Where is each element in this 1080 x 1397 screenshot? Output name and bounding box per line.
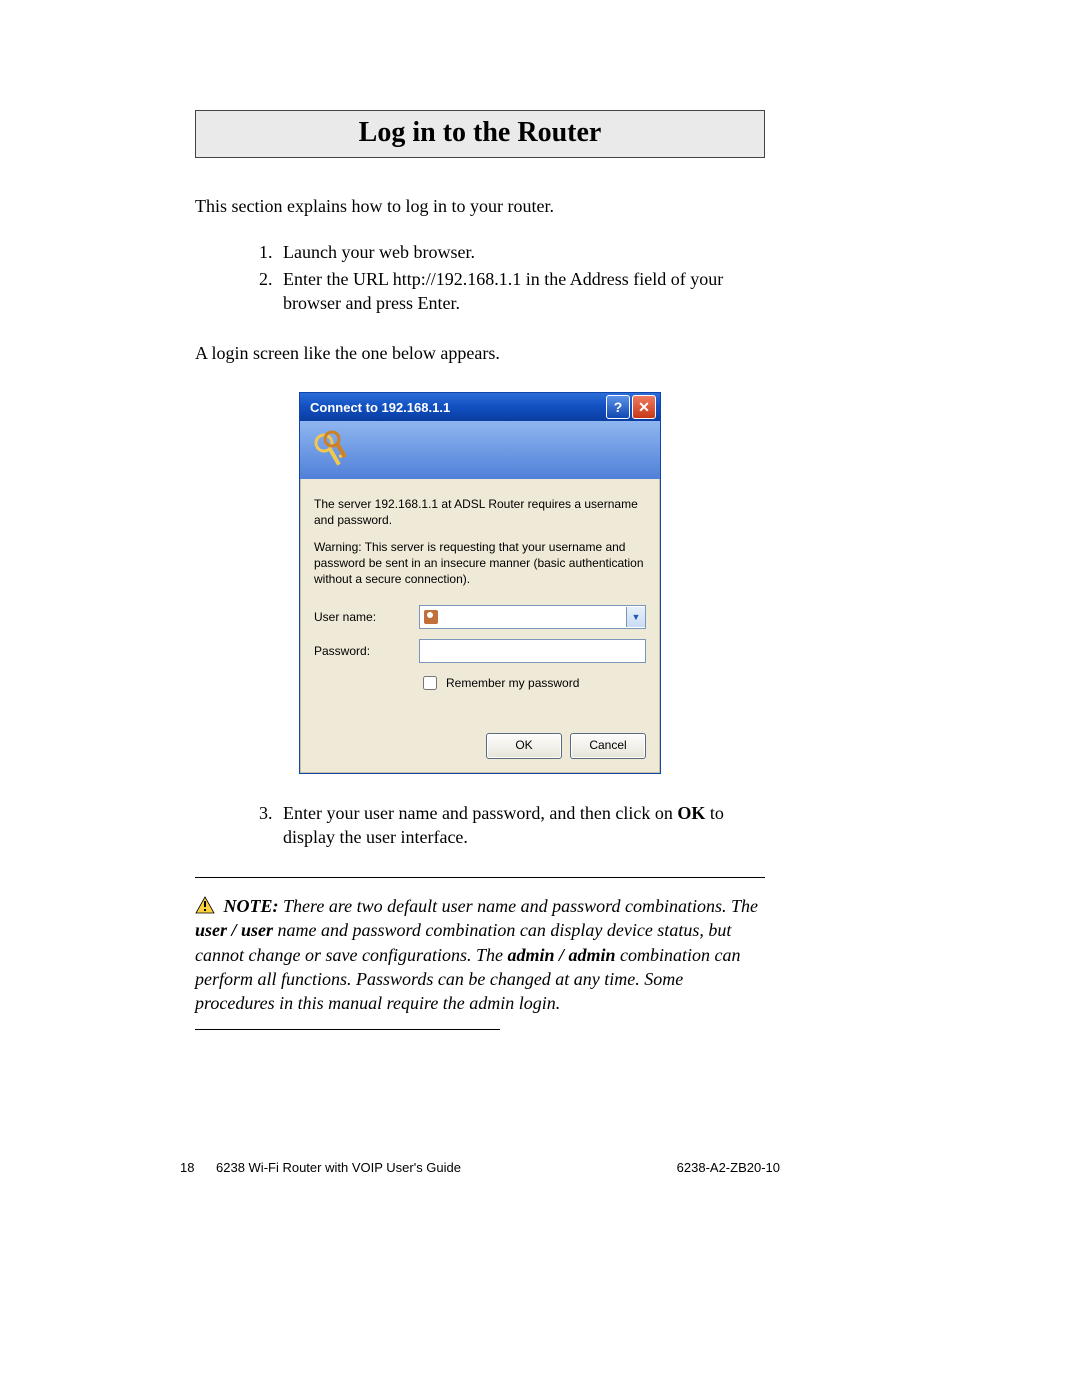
dialog-titlebar[interactable]: Connect to 192.168.1.1 ? ✕ <box>300 393 660 421</box>
username-input[interactable] <box>442 607 626 627</box>
remember-label: Remember my password <box>446 676 579 690</box>
page-number: 18 <box>180 1160 216 1175</box>
dialog-buttons: OK Cancel <box>314 733 646 759</box>
step-3: Enter your user name and password, and t… <box>277 802 765 849</box>
warning-message: Warning: This server is requesting that … <box>314 540 646 587</box>
chevron-down-icon: ▼ <box>632 612 641 622</box>
divider <box>195 877 765 878</box>
note-block: NOTE: There are two default user name an… <box>195 894 765 1030</box>
steps-list-2: Enter your user name and password, and t… <box>195 802 765 849</box>
step3-part-a: Enter your user name and password, and t… <box>283 803 677 823</box>
footer-title: 6238 Wi-Fi Router with VOIP User's Guide <box>216 1160 677 1175</box>
steps-list-1: Launch your web browser. Enter the URL h… <box>195 241 765 315</box>
cancel-button[interactable]: Cancel <box>570 733 646 759</box>
password-input-wrap[interactable] <box>419 639 646 663</box>
note-c1: user / user <box>195 920 273 940</box>
step3-ok: OK <box>677 803 705 823</box>
close-icon: ✕ <box>638 399 650 416</box>
user-icon <box>424 610 438 624</box>
note-t1: There are two default user name and pass… <box>283 896 758 916</box>
password-row: Password: <box>314 639 646 663</box>
remember-row: Remember my password <box>419 673 646 693</box>
password-input[interactable] <box>420 641 645 661</box>
page-title: Log in to the Router <box>196 117 764 149</box>
help-button[interactable]: ? <box>606 395 630 419</box>
warning-icon <box>195 896 215 914</box>
username-dropdown-button[interactable]: ▼ <box>626 607 645 627</box>
note-c2: admin / admin <box>507 945 615 965</box>
intro-text: This section explains how to log in to y… <box>195 196 765 217</box>
login-appears-text: A login screen like the one below appear… <box>195 343 765 364</box>
note-label: NOTE: <box>224 896 284 916</box>
server-message: The server 192.168.1.1 at ADSL Router re… <box>314 497 646 528</box>
page-footer: 18 6238 Wi-Fi Router with VOIP User's Gu… <box>180 1160 780 1175</box>
step-1: Launch your web browser. <box>277 241 765 264</box>
password-label: Password: <box>314 644 419 658</box>
keys-icon <box>310 429 354 473</box>
footer-code: 6238-A2-ZB20-10 <box>677 1160 780 1175</box>
username-input-wrap[interactable]: ▼ <box>419 605 646 629</box>
username-row: User name: ▼ <box>314 605 646 629</box>
login-dialog: Connect to 192.168.1.1 ? ✕ The server 19… <box>299 392 661 774</box>
username-label: User name: <box>314 610 419 624</box>
dialog-title: Connect to 192.168.1.1 <box>310 400 450 415</box>
heading-box: Log in to the Router <box>195 110 765 158</box>
ok-button[interactable]: OK <box>486 733 562 759</box>
close-button[interactable]: ✕ <box>632 395 656 419</box>
dialog-banner <box>300 421 660 479</box>
help-icon: ? <box>614 399 623 415</box>
note-underline <box>195 1029 500 1030</box>
remember-checkbox[interactable] <box>423 676 437 690</box>
dialog-body: The server 192.168.1.1 at ADSL Router re… <box>300 479 660 773</box>
step-2: Enter the URL http://192.168.1.1 in the … <box>277 268 765 315</box>
page-content: Log in to the Router This section explai… <box>195 110 765 1030</box>
